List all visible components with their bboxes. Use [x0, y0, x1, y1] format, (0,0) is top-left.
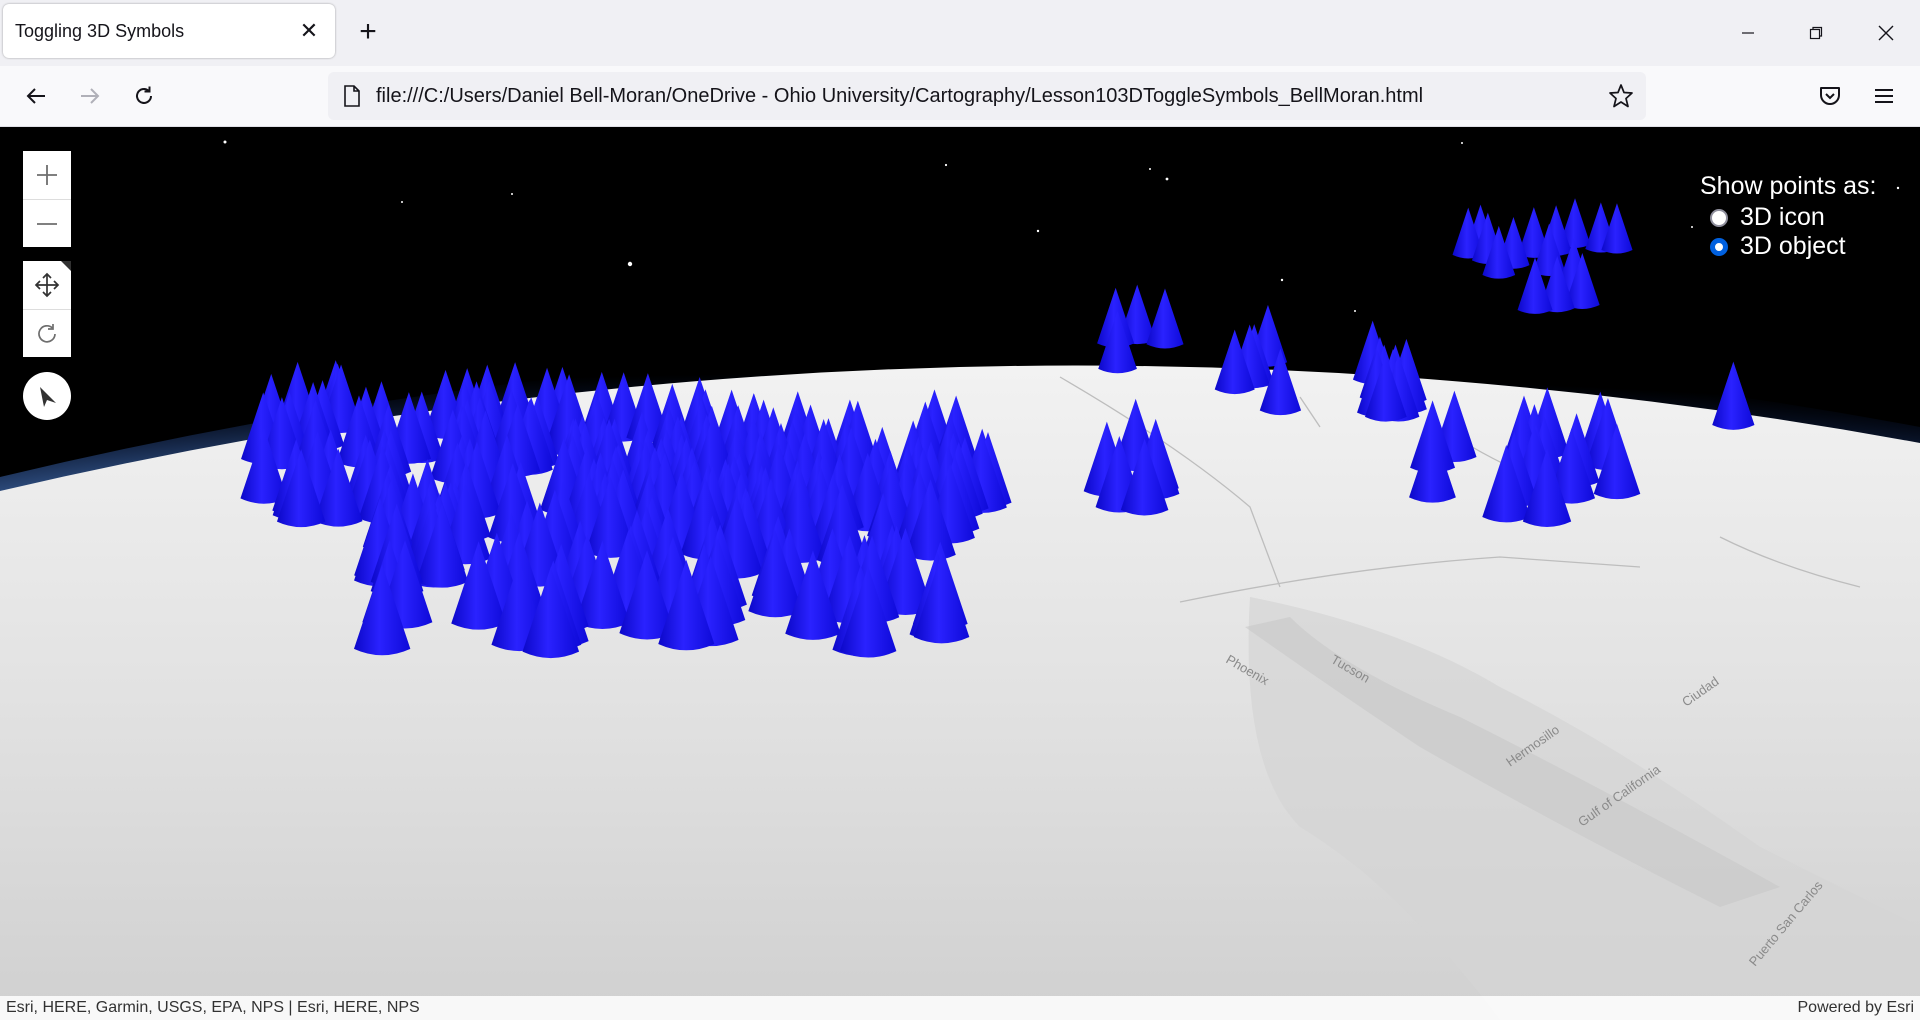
- forward-arrow-icon: [81, 88, 100, 104]
- new-tab-button[interactable]: +: [350, 14, 386, 50]
- pocket-icon: [1820, 87, 1840, 105]
- pocket-button[interactable]: [1810, 76, 1850, 116]
- globe-scene: Phoenix Tucson Hermosillo Ciudad Gulf of…: [0, 140, 1920, 1020]
- browser-tab[interactable]: Toggling 3D Symbols ✕: [3, 4, 335, 58]
- powered-by-esri[interactable]: Powered by Esri: [1798, 999, 1915, 1017]
- bookmark-star-icon[interactable]: [1608, 83, 1634, 109]
- radio-3d-icon[interactable]: [1710, 208, 1728, 227]
- zoom-in-button[interactable]: [23, 151, 71, 199]
- active-corner-icon: [61, 261, 71, 271]
- radio-3d-object[interactable]: [1710, 237, 1728, 256]
- cone-symbol[interactable]: [1146, 288, 1184, 349]
- url-text: file:///C:/Users/Daniel Bell-Moran/OneDr…: [376, 84, 1424, 107]
- close-window-button[interactable]: [1856, 10, 1916, 56]
- option-3d-object[interactable]: 3D object: [1710, 232, 1877, 261]
- option-label: 3D icon: [1740, 203, 1825, 231]
- zoom-controls: [23, 151, 71, 247]
- navigation-toolbar: file:///C:/Users/Daniel Bell-Moran/OneDr…: [0, 66, 1920, 127]
- hamburger-menu-icon: [1875, 89, 1893, 103]
- close-tab-icon[interactable]: ✕: [289, 11, 329, 51]
- tab-strip: Toggling 3D Symbols ✕ +: [0, 0, 1920, 66]
- pan-icon: [34, 272, 60, 298]
- reload-icon: [136, 86, 152, 104]
- minus-icon: [37, 223, 57, 225]
- back-button[interactable]: [16, 76, 56, 116]
- toggle-title: Show points as:: [1700, 172, 1877, 200]
- menu-button[interactable]: [1864, 76, 1904, 116]
- compass-icon: [40, 387, 56, 407]
- attribution-text: Esri, HERE, Garmin, USGS, EPA, NPS | Esr…: [6, 999, 420, 1016]
- zoom-out-button[interactable]: [23, 199, 71, 248]
- address-bar[interactable]: file:///C:/Users/Daniel Bell-Moran/OneDr…: [328, 72, 1646, 120]
- option-3d-icon[interactable]: 3D icon: [1710, 203, 1877, 232]
- option-label: 3D object: [1740, 232, 1846, 260]
- tab-title: Toggling 3D Symbols: [15, 20, 185, 41]
- stars: [223, 140, 1900, 312]
- forward-button[interactable]: [70, 76, 110, 116]
- pan-button[interactable]: [23, 261, 71, 309]
- compass-button[interactable]: [23, 372, 71, 420]
- reload-button[interactable]: [124, 76, 164, 116]
- navigation-mode-controls: [23, 261, 71, 357]
- page-icon: [344, 85, 360, 107]
- restore-button[interactable]: [1786, 10, 1846, 56]
- rotate-icon: [38, 324, 56, 343]
- rotate-button[interactable]: [23, 309, 71, 358]
- back-arrow-icon: [26, 88, 45, 104]
- symbol-toggle-panel: Show points as: 3D icon 3D object: [1700, 172, 1877, 261]
- scene-view[interactable]: Phoenix Tucson Hermosillo Ciudad Gulf of…: [0, 127, 1920, 1020]
- minimize-button[interactable]: [1718, 10, 1778, 56]
- plus-icon: [37, 165, 57, 185]
- attribution-bar: Esri, HERE, Garmin, USGS, EPA, NPS | Esr…: [0, 996, 1920, 1020]
